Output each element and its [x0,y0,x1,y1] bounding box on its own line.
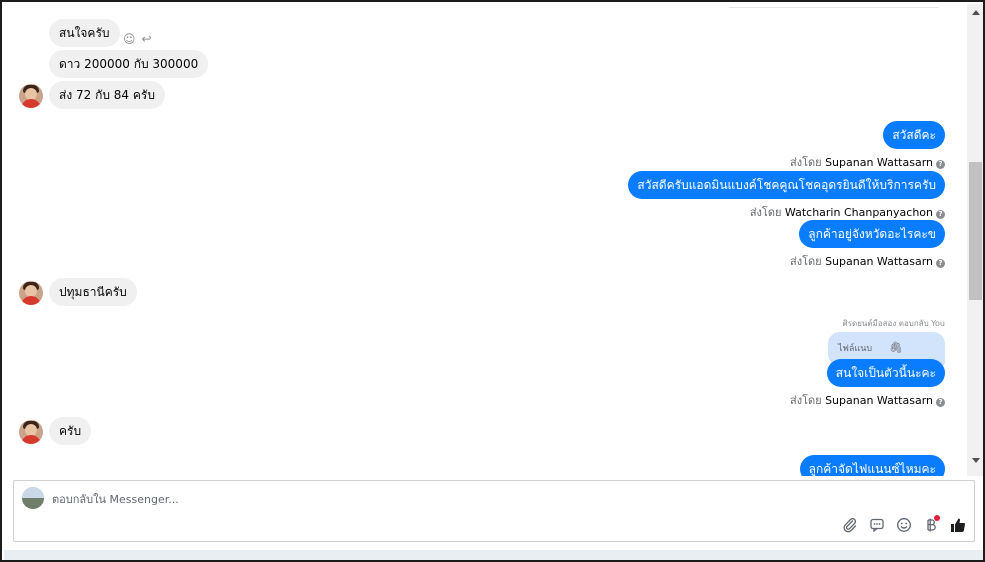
reply-input[interactable] [52,491,652,507]
sent-by-name: Supanan Wattasarn [825,255,933,268]
smile-icon[interactable]: ☺ [123,32,136,46]
outgoing-message[interactable]: ลูกค้าจัดไฟแนนซ์ไหมคะ [799,455,945,476]
incoming-message[interactable]: ส่ง 72 กับ 84 ครับ [49,81,165,109]
incoming-message[interactable]: สนใจครับ [49,19,120,47]
page-avatar [22,487,44,509]
baht-icon[interactable] [922,515,940,535]
incoming-message[interactable]: ครับ [49,417,92,445]
sender-avatar[interactable] [19,420,43,444]
message-thread[interactable]: สนใจครับ ☺ ↩ ดาว 200000 กับ 300000 ส่ง 7… [4,4,966,476]
sent-by-name: Supanan Wattasarn [825,394,933,407]
paperclip-icon: 🖇 [888,341,903,354]
thumbs-up-icon[interactable] [949,517,967,535]
outgoing-message[interactable]: สวัสดีคะ [883,121,945,149]
sent-by-prefix: ส่งโดย [789,255,822,268]
outgoing-message[interactable]: สวัสดีครับแอดมินแบงค์โชคคูณโชคอุดรยินดีใ… [628,171,945,199]
sent-by-label: ส่งโดย Supanan Wattasarn? [790,391,945,409]
reply-quote-text: ไฟล์แนบ [838,344,873,354]
sent-by-name: Watcharin Chanpanyachon [784,206,933,219]
paperclip-icon[interactable] [841,517,859,535]
thread-scrollbar[interactable] [967,4,983,476]
thread-top-divider [729,4,939,8]
messenger-window: สนใจครับ ☺ ↩ ดาว 200000 กับ 300000 ส่ง 7… [0,0,985,562]
reply-icon[interactable]: ↩ [142,32,152,46]
scroll-thumb[interactable] [969,162,982,300]
sent-by-label: ส่งโดย Supanan Wattasarn? [790,252,945,270]
scroll-up-arrow-icon[interactable] [972,10,980,15]
chat-bubble-icon[interactable] [868,517,886,535]
reply-composer [13,480,975,542]
message-actions: ☺ ↩ [123,32,152,46]
sent-by-prefix: ส่งโดย [749,206,782,219]
outgoing-message[interactable]: สนใจเป็นตัวนี้นะคะ [826,359,945,387]
outgoing-message[interactable]: ลูกค้าอยู่จังหวัดอะไรคะข [799,220,945,248]
emoji-icon[interactable] [895,517,913,535]
sent-by-label: ส่งโดย Supanan Wattasarn? [790,153,945,171]
sent-by-label: ส่งโดย Watcharin Chanpanyachon? [750,203,945,221]
incoming-message[interactable]: ปทุมธานีครับ [49,278,137,306]
notification-badge [934,515,940,521]
reply-context: ศิรดยนต์มือสอง ตอบกลับ You [842,319,945,328]
bottom-strip [4,550,983,560]
sent-by-prefix: ส่งโดย [789,156,822,169]
sender-avatar[interactable] [19,84,43,108]
info-icon[interactable]: ? [936,210,945,219]
info-icon[interactable]: ? [936,160,945,169]
sent-by-prefix: ส่งโดย [789,394,822,407]
incoming-message[interactable]: ดาว 200000 กับ 300000 [49,50,209,78]
info-icon[interactable]: ? [936,398,945,407]
sender-avatar[interactable] [19,281,43,305]
info-icon[interactable]: ? [936,259,945,268]
sent-by-name: Supanan Wattasarn [825,156,933,169]
scroll-down-arrow-icon[interactable] [972,458,980,463]
